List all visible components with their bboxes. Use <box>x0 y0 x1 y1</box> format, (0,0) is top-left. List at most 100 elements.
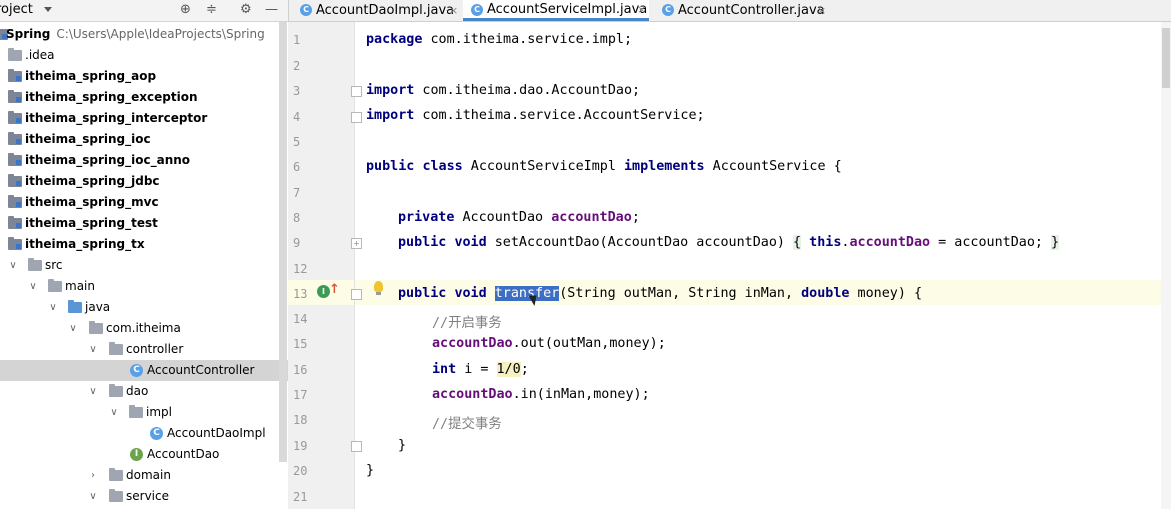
editor-scrollbar-thumb[interactable] <box>1162 28 1170 88</box>
tree-item-dao[interactable]: ∨ dao <box>0 381 288 402</box>
code-line-19: } <box>398 438 407 453</box>
tree-item-module[interactable]: itheima_spring_interceptor <box>0 108 288 129</box>
line-number: 20 <box>293 464 308 478</box>
chevron-down-icon[interactable]: ∨ <box>109 402 119 423</box>
tree-item-module[interactable]: itheima_spring_ioc_anno <box>0 150 288 171</box>
tree-item-label: itheima_spring_mvc <box>25 195 159 209</box>
tree-item-label: service <box>126 489 169 503</box>
tree-item-label: itheima_spring_jdbc <box>25 174 160 188</box>
editor-scrollbar[interactable] <box>1161 22 1171 509</box>
class-icon: C <box>150 427 163 440</box>
tree-item-spring[interactable]: Spring C:\Users\Apple\IdeaProjects\Spring <box>0 24 288 45</box>
tree-item-label: Spring C:\Users\Apple\IdeaProjects\Spring <box>6 27 265 41</box>
tab-account-service-impl[interactable]: C AccountServiceImpl.java × <box>463 0 649 21</box>
override-arrow-icon[interactable]: ↑ <box>329 282 340 297</box>
tree-item-label: java <box>85 300 111 314</box>
fold-marker-icon[interactable] <box>351 86 362 97</box>
line-number: 13 <box>293 287 308 301</box>
package-icon <box>89 321 103 334</box>
tree-item-module[interactable]: itheima_spring_mvc <box>0 192 288 213</box>
line-number: 15 <box>293 337 308 351</box>
selected-method-name[interactable]: transfer <box>494 286 560 301</box>
chevron-down-icon[interactable]: ∨ <box>28 276 38 297</box>
tab-account-dao-impl[interactable]: C AccountDaoImpl.java × <box>297 0 459 21</box>
tree-item-java[interactable]: ∨ java <box>0 297 288 318</box>
tree-item-module[interactable]: itheima_spring_ioc <box>0 129 288 150</box>
chevron-down-icon[interactable]: ∨ <box>68 318 78 339</box>
module-folder-icon <box>8 90 22 103</box>
fold-marker-icon[interactable] <box>351 112 362 123</box>
fold-marker-icon[interactable] <box>351 289 362 300</box>
chevron-down-icon[interactable]: ∨ <box>88 339 98 360</box>
tab-account-controller[interactable]: C AccountController.java × <box>655 0 831 21</box>
tree-item-label: AccountDaoImpl <box>167 426 266 440</box>
line-number: 18 <box>293 413 308 427</box>
code-line-14: //开启事务 <box>432 316 502 331</box>
tree-item-label: main <box>65 279 95 293</box>
tree-item-package[interactable]: ∨ com.itheima <box>0 318 288 339</box>
tree-item-account-dao-impl[interactable]: C AccountDaoImpl <box>0 423 288 444</box>
line-number: 7 <box>293 186 301 200</box>
close-icon[interactable]: × <box>637 0 646 19</box>
class-icon: C <box>471 4 483 16</box>
class-icon: C <box>300 4 312 16</box>
chevron-down-icon[interactable]: ∨ <box>8 255 18 276</box>
tree-item-src[interactable]: ∨ src <box>0 255 288 276</box>
tree-item-label: src <box>45 258 63 272</box>
class-icon: C <box>662 4 674 16</box>
settings-target-icon[interactable]: ⊕ <box>180 2 191 18</box>
tree-item-main[interactable]: ∨ main <box>0 276 288 297</box>
chevron-down-icon[interactable]: ∨ <box>88 486 98 507</box>
tree-item-account-dao[interactable]: I AccountDao <box>0 444 288 465</box>
editor-tab-bar: C AccountDaoImpl.java × C AccountService… <box>288 0 1171 22</box>
project-panel-title[interactable]: roject <box>0 2 33 17</box>
fold-expand-icon[interactable]: + <box>351 238 362 249</box>
line-number: 14 <box>293 312 308 326</box>
code-editor[interactable]: 1 2 3 4 5 6 7 8 9 12 13 14 15 16 17 18 1… <box>288 22 1171 509</box>
tree-item-label: itheima_spring_tx <box>25 237 145 251</box>
collapse-icon[interactable]: ≑ <box>206 2 217 18</box>
package-icon <box>129 405 143 418</box>
interface-icon: I <box>130 448 143 461</box>
tree-item-module[interactable]: itheima_spring_exception <box>0 87 288 108</box>
chevron-down-icon[interactable]: ∨ <box>88 381 98 402</box>
module-folder-icon <box>8 237 22 250</box>
tree-item-account-controller[interactable]: C AccountController <box>0 360 288 381</box>
chevron-down-icon[interactable]: ∨ <box>48 297 58 318</box>
intention-bulb-icon[interactable] <box>374 281 383 295</box>
code-line-15: accountDao.out(outMan,money); <box>432 336 666 351</box>
chevron-down-icon[interactable] <box>44 7 52 12</box>
code-line-16: int i = 1/0; <box>432 362 529 377</box>
gear-icon[interactable]: ⚙ <box>240 2 252 18</box>
tree-item-controller[interactable]: ∨ controller <box>0 339 288 360</box>
tree-item-label: impl <box>146 405 172 419</box>
tree-item-label: controller <box>126 342 184 356</box>
tree-item-label: itheima_spring_ioc_anno <box>25 153 191 167</box>
fold-marker-icon[interactable] <box>351 441 362 452</box>
tree-item-idea[interactable]: .idea <box>0 45 288 66</box>
code-line-6: public class AccountServiceImpl implemen… <box>366 159 842 174</box>
minimize-icon[interactable]: — <box>265 2 278 18</box>
class-icon: C <box>130 364 143 377</box>
line-number: 16 <box>293 363 308 377</box>
module-folder-icon <box>8 174 22 187</box>
chevron-right-icon[interactable]: › <box>88 465 98 486</box>
line-number: 3 <box>293 84 301 98</box>
close-icon[interactable]: × <box>817 0 826 21</box>
tree-item-impl[interactable]: ∨ impl <box>0 402 288 423</box>
tree-item-label: itheima_spring_ioc <box>25 132 151 146</box>
code-line-4: import com.itheima.service.AccountServic… <box>366 108 705 123</box>
code-line-20: } <box>366 463 375 478</box>
tree-item-label: itheima_spring_test <box>25 216 158 230</box>
tree-item-module[interactable]: itheima_spring_aop <box>0 66 288 87</box>
tree-item-module[interactable]: itheima_spring_tx <box>0 234 288 255</box>
project-panel: roject ⊕ ≑ ⚙ — SpringC:\Users\Apple\Idea… <box>0 0 288 509</box>
tree-item-service[interactable]: ∨ service <box>0 486 288 507</box>
tree-item-module[interactable]: itheima_spring_test <box>0 213 288 234</box>
tab-label: AccountServiceImpl.java <box>487 2 648 17</box>
tree-item-domain[interactable]: › domain <box>0 465 288 486</box>
code-line-3: import com.itheima.dao.AccountDao; <box>366 83 641 98</box>
tree-item-module[interactable]: itheima_spring_jdbc <box>0 171 288 192</box>
project-panel-scrollbar[interactable] <box>279 22 287 462</box>
close-icon[interactable]: × <box>449 0 458 21</box>
